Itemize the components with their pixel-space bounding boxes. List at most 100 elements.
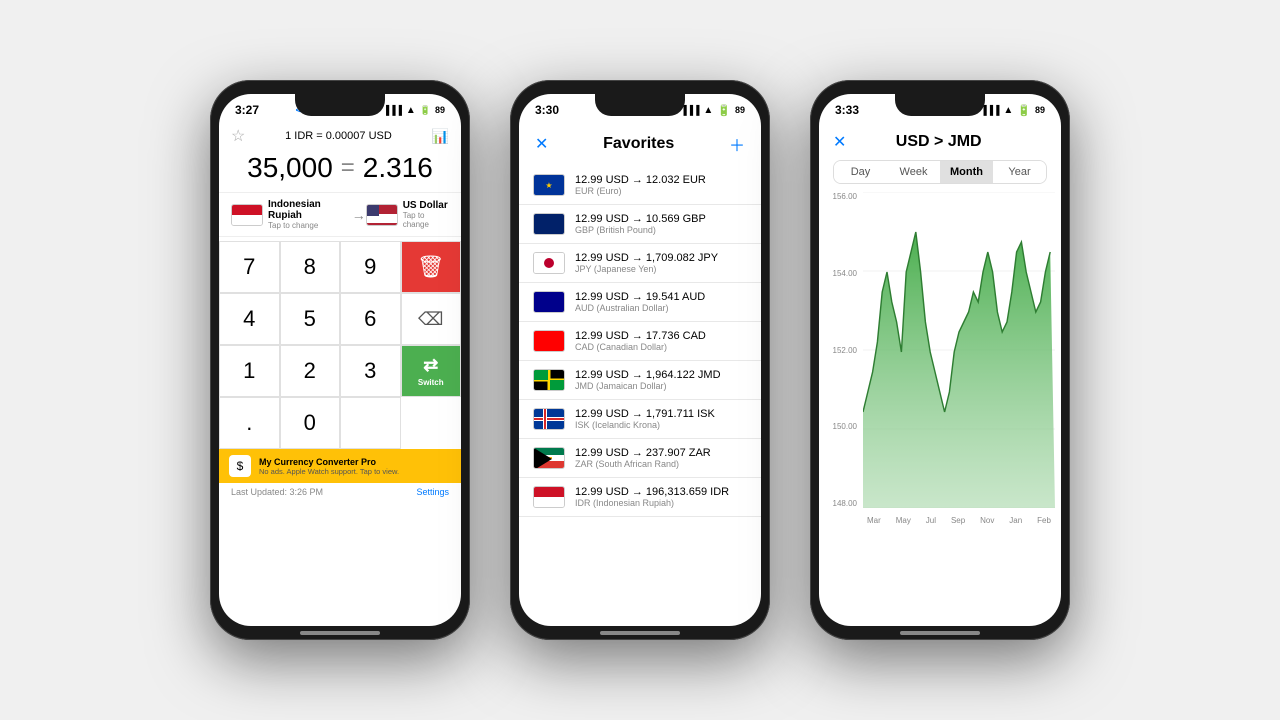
fav-eur-text: 12.99 USD → 12.032 EUR bbox=[575, 174, 706, 186]
battery-pct-2: 89 bbox=[735, 105, 745, 115]
to-currency[interactable]: US Dollar Tap to change bbox=[366, 200, 449, 229]
flag-gb bbox=[533, 213, 565, 235]
switch-button[interactable]: ⇄ Switch bbox=[401, 345, 462, 397]
notch-2 bbox=[595, 94, 685, 116]
phone3-screen: 3:33 🔒 ▐▐▐ ▲ 🔋 89 ✕ USD > JMD Day Week M… bbox=[819, 94, 1061, 626]
fav-item-eur[interactable]: 12.99 USD → 12.032 EUR EUR (Euro) bbox=[519, 166, 761, 205]
fav-item-jmd[interactable]: 12.99 USD → 1,964.122 JMD JMD (Jamaican … bbox=[519, 361, 761, 400]
result-value: 2.316 bbox=[363, 152, 433, 184]
tab-week[interactable]: Week bbox=[887, 161, 940, 183]
phone-2: 3:30 🔒 ▐▐▐ ▲ 🔋 89 ✕ Favorites ＋ 12.99 US… bbox=[510, 80, 770, 640]
key-1[interactable]: 1 bbox=[219, 345, 280, 397]
fav-item-zar[interactable]: 12.99 USD → 237.907 ZAR ZAR (South Afric… bbox=[519, 439, 761, 478]
x-may: May bbox=[896, 516, 911, 525]
fav-idr-text: 12.99 USD → 196,313.659 IDR bbox=[575, 486, 729, 498]
battery-pct-3: 89 bbox=[1035, 105, 1045, 115]
to-name: US Dollar bbox=[403, 200, 449, 211]
fav-item-aud[interactable]: 12.99 USD → 19.541 AUD AUD (Australian D… bbox=[519, 283, 761, 322]
phone-3: 3:33 🔒 ▐▐▐ ▲ 🔋 89 ✕ USD > JMD Day Week M… bbox=[810, 80, 1070, 640]
key-6[interactable]: 6 bbox=[340, 293, 401, 345]
chart-icon[interactable]: 📊 bbox=[432, 128, 449, 145]
key-2[interactable]: 2 bbox=[280, 345, 341, 397]
chart-container: 156.00 154.00 152.00 150.00 148.00 bbox=[823, 192, 1057, 532]
fav-item-idr[interactable]: 12.99 USD → 196,313.659 IDR IDR (Indones… bbox=[519, 478, 761, 517]
flag-jm bbox=[533, 369, 565, 391]
flag-za bbox=[533, 447, 565, 469]
settings-link[interactable]: Settings bbox=[416, 487, 449, 497]
key-9[interactable]: 9 bbox=[340, 241, 401, 293]
key-7[interactable]: 7 bbox=[219, 241, 280, 293]
flag-ca bbox=[533, 330, 565, 352]
fav-item-gbp[interactable]: 12.99 USD → 10.569 GBP GBP (British Poun… bbox=[519, 205, 761, 244]
from-currency[interactable]: Indonesian Rupiah Tap to change bbox=[231, 199, 352, 230]
chart-header: ✕ USD > JMD bbox=[819, 126, 1061, 160]
chart-y-labels: 156.00 154.00 152.00 150.00 148.00 bbox=[823, 192, 861, 508]
key-3[interactable]: 3 bbox=[340, 345, 401, 397]
last-updated: Last Updated: 3:26 PM bbox=[231, 487, 323, 497]
p1-footer: Last Updated: 3:26 PM Settings bbox=[219, 483, 461, 501]
wifi-icon: ▲ bbox=[406, 105, 416, 116]
status-icons-1: ▐▐▐ ▲ 🔋 89 bbox=[383, 105, 445, 116]
fav-jpy-text: 12.99 USD → 1,709.082 JPY bbox=[575, 252, 718, 264]
y-label-152: 152.00 bbox=[833, 346, 857, 355]
time-tabs: Day Week Month Year bbox=[833, 160, 1047, 184]
key-4[interactable]: 4 bbox=[219, 293, 280, 345]
notch-1 bbox=[295, 94, 385, 116]
fav-aud-text: 12.99 USD → 19.541 AUD bbox=[575, 291, 705, 303]
tab-year[interactable]: Year bbox=[993, 161, 1046, 183]
favorites-header: ✕ Favorites ＋ bbox=[519, 126, 761, 166]
add-button[interactable]: ＋ bbox=[729, 132, 745, 156]
p1-display: 35,000 = 2.316 bbox=[219, 150, 461, 192]
chart-title: USD > JMD bbox=[854, 133, 1023, 151]
close-button-3[interactable]: ✕ bbox=[833, 132, 846, 152]
fav-zar-info: 12.99 USD → 237.907 ZAR ZAR (South Afric… bbox=[575, 447, 711, 469]
delete-key[interactable]: 🗑 bbox=[401, 241, 462, 293]
from-flag bbox=[231, 204, 263, 226]
close-button-2[interactable]: ✕ bbox=[535, 134, 548, 154]
fav-jmd-sub: JMD (Jamaican Dollar) bbox=[575, 381, 721, 391]
backspace-key[interactable]: ⌫ bbox=[401, 293, 462, 345]
x-sep: Sep bbox=[951, 516, 965, 525]
chart-x-labels: Mar May Jul Sep Nov Jan Feb bbox=[863, 508, 1055, 532]
time-1: 3:27 bbox=[235, 103, 259, 117]
banner-title: My Currency Converter Pro bbox=[259, 457, 399, 467]
fav-jmd-info: 12.99 USD → 1,964.122 JMD JMD (Jamaican … bbox=[575, 369, 721, 391]
time-3: 3:33 bbox=[835, 103, 859, 117]
fav-isk-info: 12.99 USD → 1,791.711 ISK ISK (Icelandic… bbox=[575, 408, 715, 430]
flag-jp bbox=[533, 252, 565, 274]
fav-cad-sub: CAD (Canadian Dollar) bbox=[575, 342, 706, 352]
tab-month[interactable]: Month bbox=[940, 161, 993, 183]
key-5[interactable]: 5 bbox=[280, 293, 341, 345]
home-bar-1 bbox=[300, 631, 380, 635]
fav-eur-info: 12.99 USD → 12.032 EUR EUR (Euro) bbox=[575, 174, 706, 196]
flag-id2 bbox=[533, 486, 565, 508]
switch-icon: ⇄ bbox=[423, 355, 438, 376]
key-empty bbox=[340, 397, 401, 449]
fav-eur-sub: EUR (Euro) bbox=[575, 186, 706, 196]
x-feb: Feb bbox=[1037, 516, 1051, 525]
promo-banner[interactable]: $ My Currency Converter Pro No ads. Appl… bbox=[219, 449, 461, 483]
home-bar-2 bbox=[600, 631, 680, 635]
fav-item-isk[interactable]: 12.99 USD → 1,791.711 ISK ISK (Icelandic… bbox=[519, 400, 761, 439]
fav-gbp-sub: GBP (British Pound) bbox=[575, 225, 706, 235]
key-dot[interactable]: . bbox=[219, 397, 280, 449]
fav-item-jpy[interactable]: 12.99 USD → 1,709.082 JPY JPY (Japanese … bbox=[519, 244, 761, 283]
favorites-title: Favorites bbox=[603, 135, 674, 153]
fav-gbp-text: 12.99 USD → 10.569 GBP bbox=[575, 213, 706, 225]
notch-3 bbox=[895, 94, 985, 116]
battery-icon-3: 🔋 bbox=[1017, 104, 1031, 117]
battery-icon-2: 🔋 bbox=[717, 104, 731, 117]
star-icon[interactable]: ☆ bbox=[231, 126, 245, 146]
wifi-icon-2: ▲ bbox=[703, 105, 713, 116]
key-0[interactable]: 0 bbox=[280, 397, 341, 449]
tab-day[interactable]: Day bbox=[834, 161, 887, 183]
flag-au bbox=[533, 291, 565, 313]
fav-item-cad[interactable]: 12.99 USD → 17.736 CAD CAD (Canadian Dol… bbox=[519, 322, 761, 361]
p1-nav: ☆ 1 IDR = 0.00007 USD 📊 bbox=[219, 126, 461, 150]
input-value: 35,000 bbox=[247, 152, 333, 184]
y-label-154: 154.00 bbox=[833, 269, 857, 278]
banner-sub: No ads. Apple Watch support. Tap to view… bbox=[259, 467, 399, 476]
key-8[interactable]: 8 bbox=[280, 241, 341, 293]
fav-zar-sub: ZAR (South African Rand) bbox=[575, 459, 711, 469]
chart-svg-area bbox=[863, 192, 1055, 508]
